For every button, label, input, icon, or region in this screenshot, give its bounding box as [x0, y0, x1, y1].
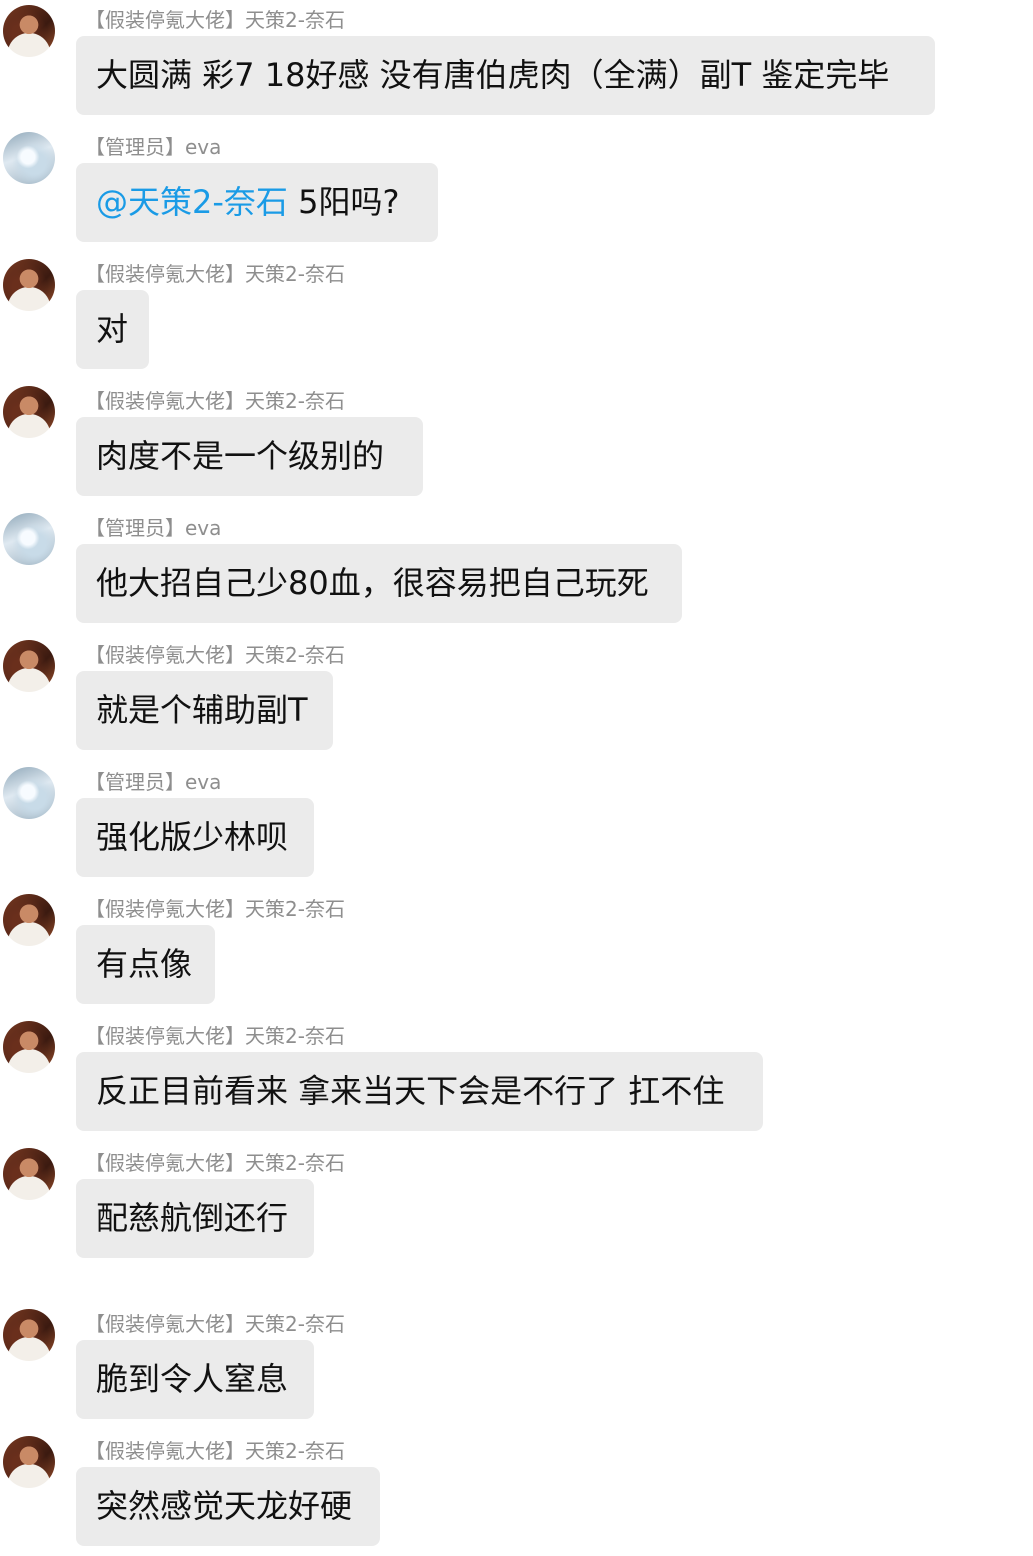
user-avatar[interactable]: [3, 386, 55, 438]
user-avatar[interactable]: [3, 767, 55, 819]
message-bubble: 配慈航倒还行: [76, 1179, 314, 1258]
sender-name: 【假装停氪大佬】天策2-奈石: [85, 643, 345, 667]
user-avatar[interactable]: [3, 259, 55, 311]
user-avatar[interactable]: [3, 1436, 55, 1488]
user-avatar[interactable]: [3, 640, 55, 692]
sender-name: 【管理员】eva: [85, 770, 222, 794]
message-text: 脆到令人窒息: [96, 1360, 289, 1398]
user-avatar[interactable]: [3, 1148, 55, 1200]
user-avatar[interactable]: [3, 1309, 55, 1361]
message-bubble: 强化版少林呗: [76, 798, 314, 877]
sender-name: 【假装停氪大佬】天策2-奈石: [85, 1439, 345, 1463]
message-text: 肉度不是一个级别的: [96, 437, 385, 475]
message-text: 配慈航倒还行: [96, 1199, 289, 1237]
message-text: 5阳吗?: [287, 183, 400, 221]
message-text: 大圆满 彩7 18好感 没有唐伯虎肉（全满）副T 鉴定完毕: [96, 56, 890, 94]
message-bubble: 反正目前看来 拿来当天下会是不行了 扛不住: [76, 1052, 763, 1131]
sender-name: 【假装停氪大佬】天策2-奈石: [85, 389, 345, 413]
sender-name: 【管理员】eva: [85, 135, 222, 159]
message-bubble: 肉度不是一个级别的: [76, 417, 423, 496]
sender-name: 【假装停氪大佬】天策2-奈石: [85, 1151, 345, 1175]
user-avatar[interactable]: [3, 513, 55, 565]
message-bubble: 就是个辅助副T: [76, 671, 333, 750]
message-bubble: @天策2-奈石 5阳吗?: [76, 163, 438, 242]
sender-name: 【假装停氪大佬】天策2-奈石: [85, 8, 345, 32]
user-avatar[interactable]: [3, 132, 55, 184]
user-avatar[interactable]: [3, 5, 55, 57]
message-bubble: 脆到令人窒息: [76, 1340, 314, 1419]
message-text: 突然感觉天龙好硬: [96, 1487, 353, 1525]
message-bubble: 他大招自己少80血，很容易把自己玩死: [76, 544, 682, 623]
user-avatar[interactable]: [3, 894, 55, 946]
user-avatar[interactable]: [3, 1021, 55, 1073]
sender-name: 【假装停氪大佬】天策2-奈石: [85, 1312, 345, 1336]
message-text: 反正目前看来 拿来当天下会是不行了 扛不住: [96, 1072, 725, 1110]
message-text: 有点像: [96, 945, 193, 983]
mention-link[interactable]: @天策2-奈石: [96, 183, 288, 221]
sender-name: 【假装停氪大佬】天策2-奈石: [85, 897, 345, 921]
message-bubble: 突然感觉天龙好硬: [76, 1467, 380, 1546]
message-bubble: 大圆满 彩7 18好感 没有唐伯虎肉（全满）副T 鉴定完毕: [76, 36, 935, 115]
message-bubble: 对: [76, 290, 149, 369]
sender-name: 【假装停氪大佬】天策2-奈石: [85, 1024, 345, 1048]
message-bubble: 有点像: [76, 925, 215, 1004]
message-text: 对: [96, 310, 129, 348]
sender-name: 【管理员】eva: [85, 516, 222, 540]
message-text: 强化版少林呗: [96, 818, 289, 856]
chat-screen: { "messages": [ {"avatar": "a", "sender"…: [0, 0, 1033, 1556]
sender-name: 【假装停氪大佬】天策2-奈石: [85, 262, 345, 286]
message-text: 就是个辅助副T: [96, 691, 308, 729]
message-text: 他大招自己少80血，很容易把自己玩死: [96, 564, 649, 602]
